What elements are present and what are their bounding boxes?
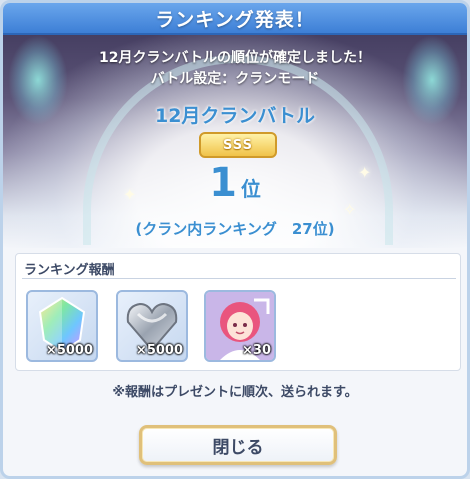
ranking-result-dialog: ランキング発表！ ✦ ✦ ✧ 12月クランバトルの順位が確定しました！ バトル設… bbox=[0, 0, 470, 479]
reward-item[interactable]: ×30 bbox=[204, 290, 276, 362]
reward-quantity: ×5000 bbox=[135, 343, 183, 358]
divider bbox=[22, 278, 456, 279]
reward-quantity: ×30 bbox=[242, 343, 271, 358]
clan-internal-rank: (クラン内ランキング 27位) bbox=[135, 220, 335, 238]
dialog-title-bar: ランキング発表！ bbox=[3, 3, 467, 35]
result-message: 12月クランバトルの順位が確定しました！ bbox=[99, 50, 371, 66]
result-hero: ✦ ✦ ✧ 12月クランバトルの順位が確定しました！ バトル設定：クランモード … bbox=[3, 35, 467, 248]
close-button[interactable]: 閉じる bbox=[139, 425, 337, 465]
position-unit: 位 bbox=[240, 177, 261, 201]
battle-name: 12月クランバトル bbox=[154, 105, 315, 127]
dialog-title: ランキング発表！ bbox=[155, 8, 315, 31]
close-button-label: 閉じる bbox=[212, 437, 264, 458]
battle-setting: バトル設定：クランモード bbox=[150, 71, 320, 87]
reward-panel: ランキング報酬 ×5000 ×5000 ×30 bbox=[15, 253, 461, 371]
position-number: 1 bbox=[209, 160, 237, 206]
reward-item[interactable]: ×5000 bbox=[116, 290, 188, 362]
reward-notice: ※報酬はプレゼントに順次、送られます。 bbox=[112, 385, 358, 400]
rank-badge-label: SSS bbox=[223, 137, 253, 153]
reward-item[interactable]: ×5000 bbox=[26, 290, 98, 362]
reward-heading: ランキング報酬 bbox=[24, 263, 115, 278]
rank-badge: SSS bbox=[199, 132, 277, 158]
reward-quantity: ×5000 bbox=[45, 343, 93, 358]
clan-position: 1位 bbox=[3, 160, 467, 206]
